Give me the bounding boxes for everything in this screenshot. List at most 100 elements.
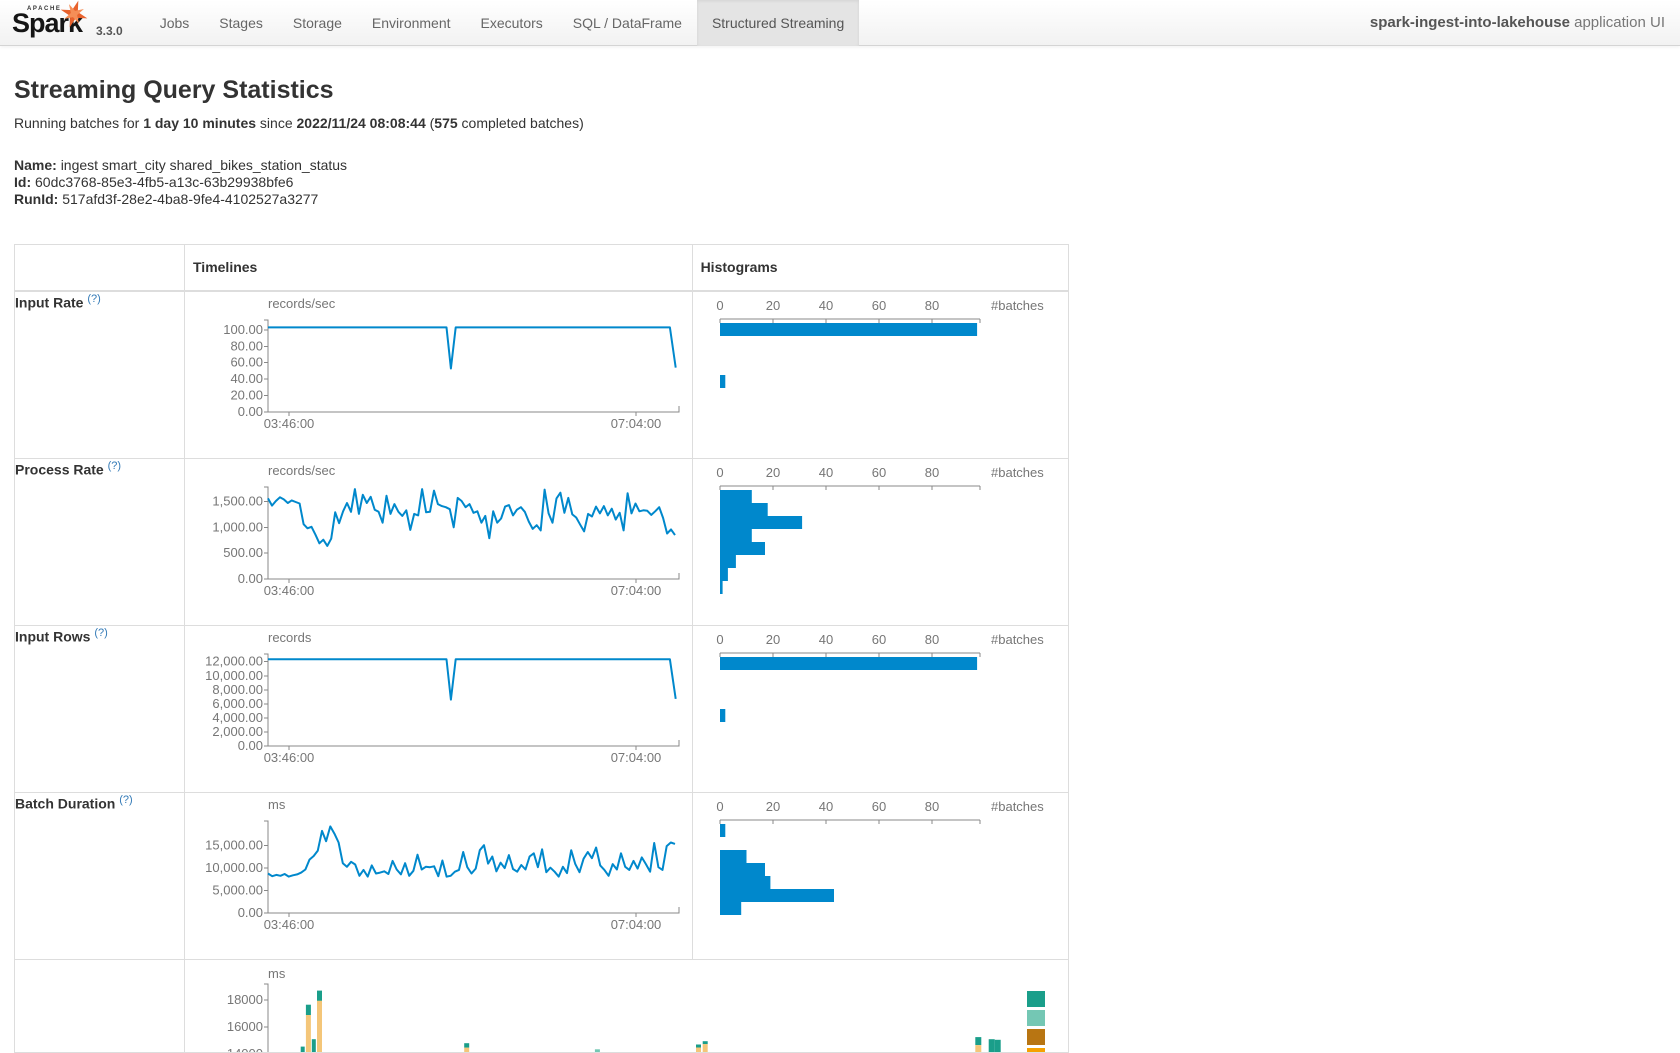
svg-text:#batches: #batches <box>991 632 1044 647</box>
timeline-chart-input-rows: records0.002,000.004,000.006,000.008,000… <box>185 626 691 792</box>
histogram-cell-input-rows: 020406080#batches <box>692 625 1068 792</box>
legend-swatch-dark_orange <box>1027 1029 1045 1045</box>
spark-logo[interactable]: APACHE Spark <box>10 0 94 46</box>
svg-text:0.00: 0.00 <box>238 404 263 419</box>
svg-text:ms: ms <box>268 797 286 812</box>
legend-swatch-teal <box>1027 991 1045 1007</box>
help-icon-batch-duration[interactable]: (?) <box>119 794 132 806</box>
svg-text:07:04:00: 07:04:00 <box>611 750 662 765</box>
svg-text:80: 80 <box>924 799 938 814</box>
svg-text:18000: 18000 <box>227 992 263 1007</box>
row-label-input-rows: Input Rows <box>15 628 90 644</box>
svg-text:80.00: 80.00 <box>230 338 263 353</box>
svg-text:60: 60 <box>871 632 885 647</box>
help-icon-input-rate[interactable]: (?) <box>87 293 100 305</box>
table-header-row: Timelines Histograms <box>15 245 1069 291</box>
timeline-cell-operation-duration: ms180001600014000 <box>185 959 1069 1052</box>
row-label-cell-input-rate: Input Rate (?) <box>15 291 185 459</box>
name-value: ingest smart_city shared_bikes_station_s… <box>61 157 347 173</box>
app-title-suffix: application UI <box>1570 14 1665 31</box>
svg-text:0: 0 <box>716 465 723 480</box>
svg-text:1,000.00: 1,000.00 <box>212 519 263 534</box>
header-timelines: Timelines <box>185 245 693 291</box>
table-row-batch-duration: Batch Duration (?)ms0.005,000.0010,000.0… <box>15 792 1069 959</box>
tab-jobs[interactable]: Jobs <box>145 0 205 46</box>
page-title: Streaming Query Statistics <box>14 76 1666 105</box>
timeline-cell-batch-duration: ms0.005,000.0010,000.0015,000.0003:46:00… <box>185 792 693 959</box>
svg-text:60: 60 <box>871 465 885 480</box>
svg-text:12,000.00: 12,000.00 <box>205 653 263 668</box>
histogram-chart-process-rate: 020406080#batches <box>693 459 1068 625</box>
page-content: Streaming Query Statistics Running batch… <box>0 76 1680 1053</box>
svg-text:07:04:00: 07:04:00 <box>611 583 662 598</box>
tab-environment[interactable]: Environment <box>357 0 466 46</box>
tab-structured-streaming[interactable]: Structured Streaming <box>697 0 859 46</box>
svg-text:4,000.00: 4,000.00 <box>212 709 263 724</box>
svg-text:07:04:00: 07:04:00 <box>611 917 662 932</box>
svg-text:07:04:00: 07:04:00 <box>611 416 662 431</box>
svg-text:60: 60 <box>871 799 885 814</box>
svg-text:0.00: 0.00 <box>238 905 263 920</box>
timeline-cell-input-rate: records/sec0.0020.0040.0060.0080.00100.0… <box>185 291 693 459</box>
runid-value: 517afd3f-28e2-4ba8-9fe4-4102527a3277 <box>62 191 318 207</box>
app-name: spark-ingest-into-lakehouse <box>1370 14 1570 31</box>
histogram-chart-input-rows: 020406080#batches <box>693 626 1068 792</box>
table-row-input-rows: Input Rows (?)records0.002,000.004,000.0… <box>15 625 1069 792</box>
svg-text:40: 40 <box>818 298 832 313</box>
svg-text:2,000.00: 2,000.00 <box>212 723 263 738</box>
batches-close: completed batches) <box>458 115 584 131</box>
row-label-cell-process-rate: Process Rate (?) <box>15 458 185 625</box>
query-meta: Name: ingest smart_city shared_bikes_sta… <box>14 157 1666 208</box>
row-label-cell-input-rows: Input Rows (?) <box>15 625 185 792</box>
svg-text:60.00: 60.00 <box>230 354 263 369</box>
row-label-cell-batch-duration: Batch Duration (?) <box>15 792 185 959</box>
start-time: 2022/11/24 08:08:44 <box>297 115 426 131</box>
top-navbar: APACHE Spark 3.3.0 JobsStagesStorageEnvi… <box>0 0 1680 46</box>
stats-table-body: Input Rate (?)records/sec0.0020.0040.006… <box>15 291 1069 1053</box>
svg-text:8,000.00: 8,000.00 <box>212 681 263 696</box>
svg-text:03:46:00: 03:46:00 <box>264 917 315 932</box>
tab-storage[interactable]: Storage <box>278 0 357 46</box>
svg-text:80: 80 <box>924 465 938 480</box>
help-icon-process-rate[interactable]: (?) <box>108 460 121 472</box>
svg-text:records: records <box>268 630 312 645</box>
tab-stages[interactable]: Stages <box>204 0 278 46</box>
since-word: since <box>256 115 296 131</box>
histogram-cell-process-rate: 020406080#batches <box>692 458 1068 625</box>
row-label-input-rate: Input Rate <box>15 294 83 310</box>
running-prefix: Running batches for <box>14 115 143 131</box>
svg-text:records/sec: records/sec <box>268 463 336 478</box>
statistics-table: Timelines Histograms Input Rate (?) recor… <box>14 244 1069 1053</box>
histogram-chart-batch-duration: 020406080#batches <box>693 793 1068 959</box>
svg-text:0: 0 <box>716 799 723 814</box>
nav-tabs: JobsStagesStorageEnvironmentExecutorsSQL… <box>145 0 860 46</box>
help-icon-input-rows[interactable]: (?) <box>94 627 107 639</box>
timeline-chart-input-rate: records/sec0.0020.0040.0060.0080.00100.0… <box>185 292 691 458</box>
svg-text:20: 20 <box>765 465 779 480</box>
histogram-cell-batch-duration: 020406080#batches <box>692 792 1068 959</box>
timeline-cell-input-rows: records0.002,000.004,000.006,000.008,000… <box>185 625 693 792</box>
svg-text:80: 80 <box>924 298 938 313</box>
svg-text:60: 60 <box>871 298 885 313</box>
runid-label: RunId: <box>14 191 58 207</box>
id-label: Id: <box>14 174 31 190</box>
row-label-process-rate: Process Rate <box>15 461 104 477</box>
completed-batches-count: 575 <box>434 115 457 131</box>
svg-text:6,000.00: 6,000.00 <box>212 695 263 710</box>
svg-text:16000: 16000 <box>227 1019 263 1034</box>
tab-sql-dataframe[interactable]: SQL / DataFrame <box>558 0 697 46</box>
running-batches-line: Running batches for 1 day 10 minutes sin… <box>14 115 1666 131</box>
tab-executors[interactable]: Executors <box>466 0 558 46</box>
svg-text:20.00: 20.00 <box>230 387 263 402</box>
header-histograms: Histograms <box>692 245 1068 291</box>
spark-version: 3.3.0 <box>96 24 123 38</box>
legend-swatch-light_teal <box>1027 1010 1045 1026</box>
row-label-batch-duration: Batch Duration <box>15 795 115 811</box>
table-row-process-rate: Process Rate (?)records/sec0.00500.001,0… <box>15 458 1069 625</box>
svg-text:40: 40 <box>818 799 832 814</box>
svg-text:80: 80 <box>924 632 938 647</box>
svg-text:40: 40 <box>818 465 832 480</box>
running-duration: 1 day 10 minutes <box>143 115 256 131</box>
name-label: Name: <box>14 157 57 173</box>
svg-text:03:46:00: 03:46:00 <box>264 583 315 598</box>
